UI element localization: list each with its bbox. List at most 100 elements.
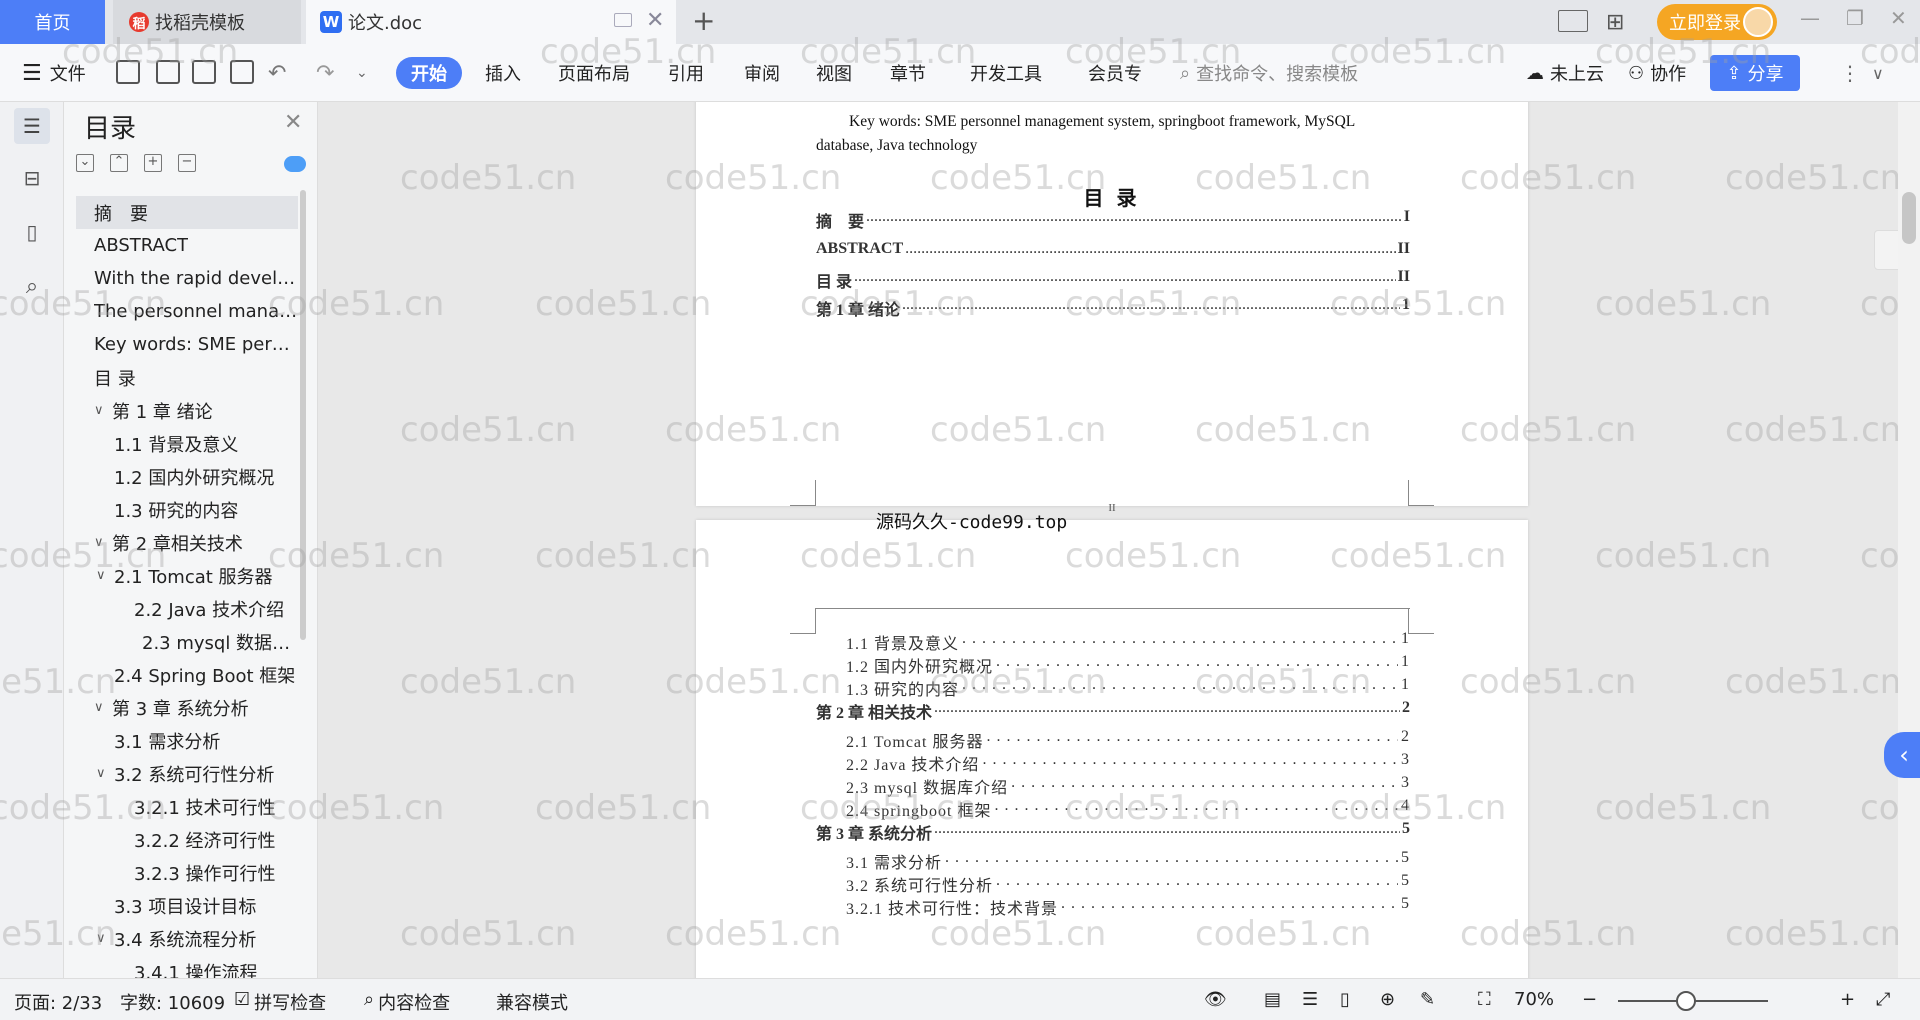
chevron-down-icon[interactable]: ∨ [94,700,112,715]
chevron-down-icon[interactable]: ∨ [94,535,112,550]
close-panel-icon[interactable]: ✕ [284,110,302,135]
login-button[interactable]: 立即登录 [1657,4,1777,40]
tab-home[interactable]: 首页 [0,0,105,44]
file-menu[interactable]: ☰ 文件 [22,44,86,102]
scroll-thumb[interactable] [1902,192,1916,244]
toc-nav-item[interactable]: 2.4 Spring Boot 框架 [76,658,298,691]
toc-nav-item[interactable]: 目 录 [76,361,298,394]
toc-nav-item[interactable]: 2.3 mysql 数据库介绍 [76,625,298,658]
print-icon[interactable] [192,60,216,84]
tab-start[interactable]: 开始 [396,57,462,89]
toc-nav-item[interactable]: 1.3 研究的内容 [76,493,298,526]
page-view-icon[interactable]: ▤ [1264,989,1281,1010]
command-search[interactable]: ⌕ 查找命令、搜索模板 [1180,60,1358,86]
new-tab-button[interactable]: + [692,4,715,37]
tab-developer[interactable]: 开发工具 [970,44,1042,102]
print-preview-icon[interactable] [230,60,254,84]
apps-grid-icon[interactable]: ⊞ [1606,10,1624,35]
toc-nav-item[interactable]: 1.2 国内外研究概况 [76,460,298,493]
find-icon[interactable]: ⌕ [14,268,50,304]
chevron-down-icon[interactable]: ∨ [96,568,114,583]
toc-nav-item[interactable]: 1.1 背景及意义 [76,427,298,460]
toc-nav-item[interactable]: ∨ 第 2 章相关技术 [76,526,298,559]
toc-nav-item[interactable]: 3.2.1 技术可行性 [76,790,298,823]
tab-document[interactable]: W 论文.doc ✕ [306,0,676,44]
collapse-ribbon-icon[interactable]: ∨ [1872,44,1884,102]
toc-nav-item[interactable]: 2.2 Java 技术介绍 [76,592,298,625]
chevron-down-icon[interactable]: ∨ [96,766,114,781]
minimize-icon[interactable]: — [1800,6,1820,30]
collapse-all-icon[interactable]: ⌃ [110,154,128,172]
cloud-status[interactable]: ☁ 未上云 [1526,44,1604,102]
read-view-icon[interactable]: ▯ [1340,989,1350,1010]
tab-member[interactable]: 会员专 [1088,44,1142,102]
toc-nav-item[interactable]: ∨ 3.2 系统可行性分析 [76,757,298,790]
redo-icon[interactable]: ↷ [316,44,334,102]
tab-review[interactable]: 审阅 [744,44,780,102]
toc-nav-item[interactable]: ∨ 2.1 Tomcat 服务器 [76,559,298,592]
expand-all-icon[interactable]: ⌄ [76,154,94,172]
spell-check[interactable]: ☑ 拼写检查 [234,989,326,1015]
undo-icon[interactable]: ↶ [268,44,286,102]
toc-nav-item[interactable]: 3.2.2 经济可行性 [76,823,298,856]
share-button[interactable]: ⇪ 分享 [1710,55,1800,91]
reading-layout-icon[interactable] [1558,10,1588,32]
toc-nav-item[interactable]: 3.3 项目设计目标 [76,889,298,922]
word-count[interactable]: 字数: 10609 [120,989,225,1015]
close-window-icon[interactable]: ✕ [1890,6,1907,30]
export-icon[interactable] [156,60,180,84]
tab-insert[interactable]: 插入 [485,44,521,102]
toc-entry: 2.3 mysql 数据库介绍 . . . . . . . . . . . . … [846,774,1410,798]
toc-nav-item[interactable]: 3.1 需求分析 [76,724,298,757]
page-nav-icon[interactable] [1874,230,1898,270]
zoom-out-icon[interactable]: − [1582,989,1597,1010]
tab-section[interactable]: 章节 [890,44,926,102]
fit-page-icon[interactable]: ⛶ [1478,989,1491,1010]
add-heading-icon[interactable]: + [144,154,162,172]
toc-nav-item[interactable]: The personnel management [76,295,298,328]
save-icon[interactable] [116,60,140,84]
close-tab-icon[interactable]: ✕ [646,8,664,33]
word-doc-icon: W [320,11,342,33]
write-mode-icon[interactable]: ✎ [1420,989,1435,1010]
content-check[interactable]: ⌕ 内容检查 [364,989,450,1015]
page-indicator[interactable]: 页面: 2/33 [14,989,102,1015]
toc-nav-item[interactable]: ∨ 3.4 系统流程分析 [76,922,298,955]
toc-nav-item[interactable]: Key words: SME personnel [76,328,298,361]
chapter-nav-icon[interactable]: ⊟ [14,160,50,196]
toc-nav-item[interactable]: 摘 要 [76,196,298,229]
toc-nav-item[interactable]: 3.2.3 操作可行性 [76,856,298,889]
toc-entry: 第 3 章 系统分析..............................… [816,820,1410,844]
zoom-in-icon[interactable]: + [1840,989,1855,1010]
more-icon[interactable]: ⋮ [1840,44,1860,102]
chevron-down-icon[interactable]: ∨ [94,403,112,418]
restore-icon[interactable]: ❐ [1846,6,1864,30]
toc-nav-item[interactable]: ∨ 第 3 章 系统分析 [76,691,298,724]
outline-view-icon[interactable]: ☰ [1302,989,1318,1010]
web-view-icon[interactable]: ⊕ [1380,989,1395,1010]
chevron-down-icon[interactable]: ∨ [96,931,114,946]
collab-button[interactable]: ⚇ 协作 [1628,44,1686,102]
quick-access-dropdown-icon[interactable]: ⌄ [356,44,368,102]
side-panel-toggle[interactable]: ‹ [1884,732,1920,778]
fullscreen-icon[interactable]: ⤢ [1876,989,1890,1010]
share-label: 分享 [1747,64,1784,85]
zoom-level[interactable]: 70% [1514,989,1554,1010]
toc-nav-item[interactable]: ∨ 第 1 章 绪论 [76,394,298,427]
toc-nav-item[interactable]: ABSTRACT [76,229,298,262]
toc-panel-icon[interactable]: ☰ [14,108,50,144]
bookmark-icon[interactable]: ▯ [14,214,50,250]
tab-references[interactable]: 引用 [668,44,704,102]
ai-assist-icon[interactable] [284,156,306,172]
remove-heading-icon[interactable]: − [178,154,196,172]
screen-icon[interactable] [614,13,632,27]
toc-nav-item[interactable]: With the rapid development of [76,262,298,295]
tab-view[interactable]: 视图 [816,44,852,102]
toc-nav-item[interactable]: 3.4.1 操作流程 [76,955,298,979]
tab-templates[interactable]: 稻 找稻壳模板 [113,0,301,44]
vertical-scrollbar[interactable] [1898,102,1920,978]
nav-scrollbar[interactable] [300,190,306,640]
tab-page-layout[interactable]: 页面布局 [558,44,630,102]
eye-protect-icon[interactable]: 👁 [1204,989,1227,1010]
zoom-slider-knob[interactable] [1676,991,1696,1011]
